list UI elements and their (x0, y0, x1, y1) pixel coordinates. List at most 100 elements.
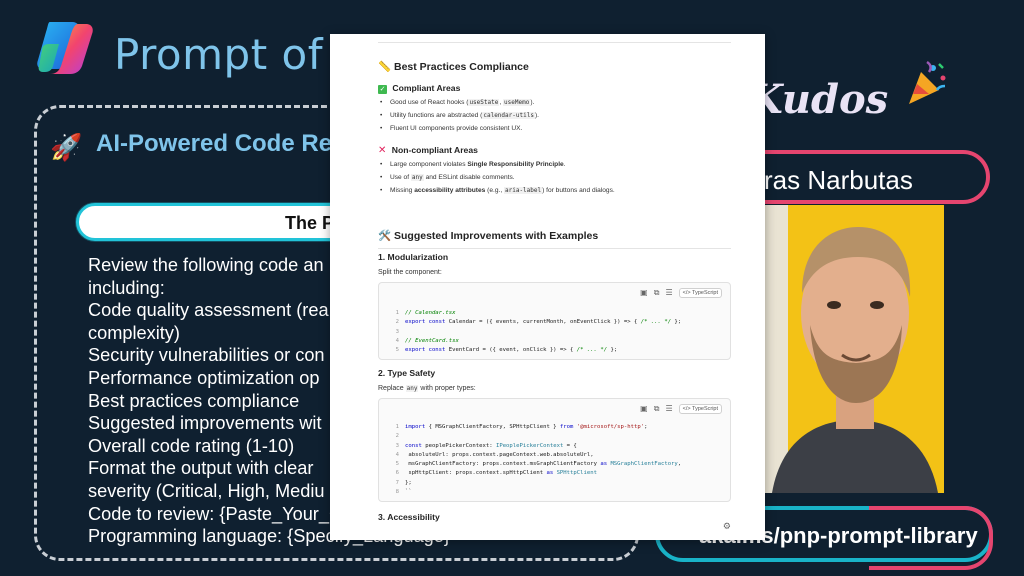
cross-icon: ✕ (378, 145, 387, 156)
language-badge: </> TypeScript (678, 404, 722, 414)
code-line: 7}; (385, 479, 681, 488)
list-item: Use of any and ESLint disable comments. (378, 172, 615, 185)
list-item: Fluent UI components provide consistent … (378, 123, 539, 136)
line-number: 2 (395, 319, 399, 326)
code-block: ▣ ⧉ ☰ </> TypeScript 1 import { MSGraphCl… (378, 398, 731, 502)
type-safety-desc: Replace any with proper types: (378, 385, 476, 392)
code-line: 5 export const EventCard = ({ event, onCl… (385, 346, 681, 355)
line-number: 1 (395, 310, 399, 316)
code-token: const (405, 442, 426, 449)
code-token: from (559, 424, 577, 430)
code-line: 3 (385, 328, 681, 337)
best-practices-heading: 📏 Best Practices Compliance (378, 61, 529, 73)
line-number: 5 (395, 347, 399, 354)
code-token: }; (405, 479, 412, 486)
code-token: }; (671, 319, 682, 326)
line-number: 5 (395, 461, 399, 468)
code-token: }; (607, 347, 618, 354)
code-line: 6 spHttpClient: props.context.spHttpClie… (385, 469, 681, 478)
line-number: 2 (395, 433, 399, 440)
divider (378, 248, 731, 249)
list-item: Utility functions are abstracted (calend… (378, 110, 539, 123)
code-line: 1 // Calendar.tsx (385, 309, 681, 318)
line-number: 1 (395, 424, 399, 430)
code-token: `` (405, 489, 412, 496)
code-line: 4 absoluteUrl: props.context.pageContext… (385, 451, 681, 460)
image-icon[interactable]: ▣ (640, 288, 648, 298)
code-lines: 1 // Calendar.tsx 2 export const Calendar =… (385, 309, 682, 355)
code-line: 8 `` (385, 488, 681, 497)
code-toolbar: ▣ ⧉ ☰ </> TypeScript (640, 287, 722, 299)
check-icon: ✓ (378, 85, 387, 94)
prompt-pill-label: The P (285, 213, 335, 233)
panel-title: AI-Powered Code Rev (96, 130, 346, 157)
accessibility-heading: 3. Accessibility (378, 512, 440, 522)
line-number: 7 (395, 479, 399, 486)
code-token: // Calendar.tsx (405, 310, 456, 316)
tools-icon: 🛠️ (378, 230, 392, 242)
code-line: 1 import { MSGraphClientFactory, SPHttpCl… (385, 423, 681, 432)
code-token: as (546, 470, 557, 477)
code-line: 5 msGraphClientFactory: props.context.ms… (385, 460, 682, 469)
settings-icon[interactable]: ☰ (665, 404, 672, 414)
code-token: EventCard = ({ event, onClick }) => { (448, 347, 577, 354)
line-number: 4 (395, 337, 399, 344)
party-popper-icon (909, 60, 946, 104)
settings-icon[interactable]: ☰ (665, 288, 672, 298)
type-safety-heading: 2. Type Safety (378, 368, 436, 378)
image-icon[interactable]: ▣ (640, 404, 648, 414)
presenter-name: ras Narbutas (764, 165, 913, 195)
language-badge: </> TypeScript (678, 288, 722, 298)
rocket-icon: 🚀 (50, 132, 83, 162)
code-token: ; (644, 424, 648, 430)
code-block: ▣ ⧉ ☰ </> TypeScript 1 // Calendar.tsx 2 ex… (378, 282, 731, 360)
compliant-list: Good use of React hooks (useState, useMe… (378, 97, 539, 135)
code-review-document: 📏 Best Practices Compliance ✓ Compliant … (330, 34, 765, 540)
code-token: Calendar = ({ events, currentMonth, onEv… (448, 319, 641, 326)
code-token: MSGraphClientFactory (610, 461, 678, 468)
slide: Prompt of th 🚀 AI-Powered Code Rev The P… (0, 0, 1024, 576)
copilot-logo-icon (37, 22, 93, 74)
code-token: // EventCard.tsx (405, 337, 459, 344)
code-line: 4 // EventCard.tsx (385, 337, 681, 346)
code-token: export const (405, 319, 449, 326)
list-item: Large component violates Single Responsi… (378, 159, 615, 172)
modularization-heading: 1. Modularization (378, 252, 449, 262)
code-token: { MSGraphClientFactory, SPHttpClient } (428, 424, 560, 430)
code-token: as (600, 461, 611, 468)
line-number: 8 (395, 489, 399, 496)
code-token: export const (405, 347, 449, 354)
code-token: peoplePickerContext: (425, 442, 496, 449)
code-token: '@microsoft/sp-http' (576, 424, 645, 430)
code-token: msGraphClientFactory: props.context.msGr… (405, 461, 601, 468)
code-token: spHttpClient: props.context.spHttpClient (405, 470, 547, 477)
code-token: = { (563, 442, 577, 449)
code-token: import (405, 424, 429, 430)
modularization-desc: Split the component: (378, 269, 442, 276)
copy-icon[interactable]: ⧉ (654, 404, 660, 414)
non-compliant-heading: ✕ Non-compliant Areas (378, 145, 478, 156)
kudos-heading: Kudos (748, 76, 889, 123)
code-token: , (677, 461, 682, 468)
code-line: 2 export const Calendar = ({ events, curr… (385, 318, 682, 327)
code-token: absoluteUrl: props.context.pageContext.w… (405, 451, 594, 458)
presenter-photo (762, 205, 944, 493)
non-compliant-list: Large component violates Single Responsi… (378, 159, 615, 197)
presenter-name-pill: ras Narbutas (732, 150, 990, 204)
code-line: 2 (385, 432, 681, 441)
suggested-improvements-heading: 🛠️ Suggested Improvements with Examples (378, 230, 599, 242)
copy-icon[interactable]: ⧉ (654, 288, 660, 298)
code-token: /* ... */ (576, 347, 608, 354)
document-settings-icon[interactable]: ⚙ (723, 521, 731, 532)
code-lines: 1 import { MSGraphClientFactory, SPHttpCl… (385, 423, 682, 497)
code-token: IPeoplePickerContext (495, 442, 564, 449)
divider (378, 42, 731, 43)
compliant-heading: ✓ Compliant Areas (378, 83, 461, 94)
line-number: 4 (395, 451, 399, 458)
line-number: 3 (395, 328, 399, 335)
code-token: SPHttpClient (556, 470, 597, 477)
code-line: 3 const peoplePickerContext: IPeoplePicke… (385, 442, 681, 451)
code-toolbar: ▣ ⧉ ☰ </> TypeScript (640, 403, 722, 415)
list-item: Good use of React hooks (useState, useMe… (378, 97, 539, 110)
line-number: 6 (395, 470, 399, 477)
